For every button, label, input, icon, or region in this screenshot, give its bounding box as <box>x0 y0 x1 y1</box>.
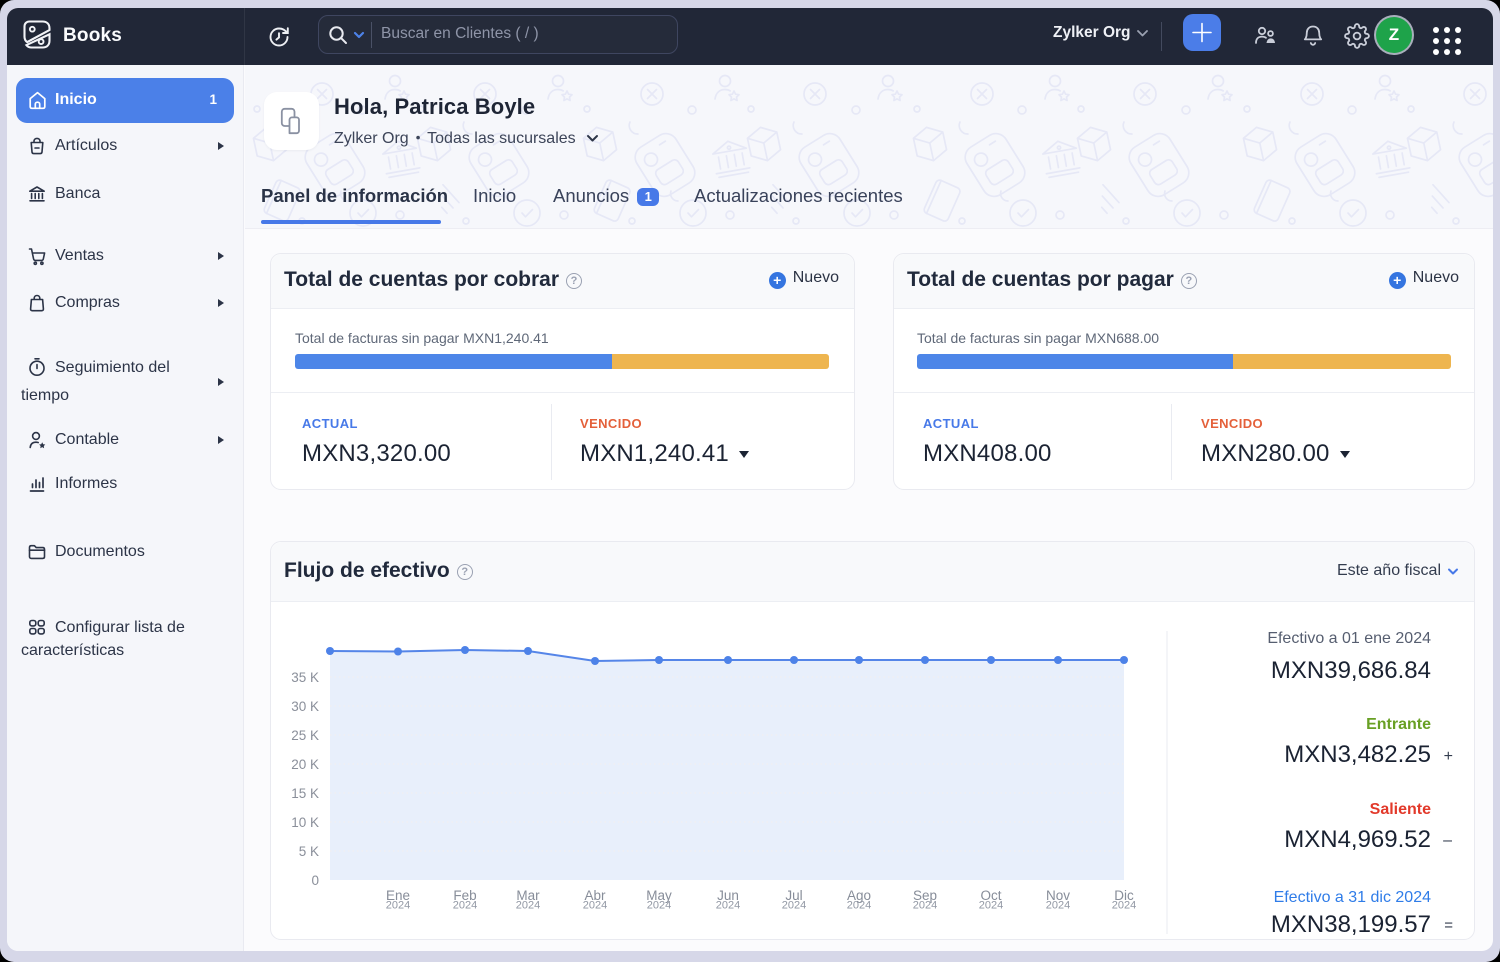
svg-text:15 K: 15 K <box>291 786 319 801</box>
svg-text:2024: 2024 <box>386 900 410 912</box>
svg-text:MXN38,199.57: MXN38,199.57 <box>1271 911 1431 938</box>
svg-text:=: = <box>1444 917 1453 934</box>
svg-text:2024: 2024 <box>782 900 806 912</box>
svg-text:Efectivo a 31 dic 2024: Efectivo a 31 dic 2024 <box>1274 889 1432 906</box>
svg-text:+: + <box>1444 748 1453 765</box>
svg-text:30 K: 30 K <box>291 699 319 714</box>
svg-text:2024: 2024 <box>716 900 740 912</box>
svg-text:5 K: 5 K <box>299 844 319 859</box>
svg-text:2024: 2024 <box>847 900 871 912</box>
svg-text:20 K: 20 K <box>291 757 319 772</box>
svg-text:2024: 2024 <box>1112 900 1136 912</box>
svg-text:35 K: 35 K <box>291 670 319 685</box>
svg-text:2024: 2024 <box>647 900 671 912</box>
svg-text:2024: 2024 <box>516 900 540 912</box>
svg-text:MXN3,482.25: MXN3,482.25 <box>1284 741 1431 768</box>
svg-text:2024: 2024 <box>913 900 937 912</box>
svg-text:–: – <box>1443 832 1452 849</box>
svg-text:10 K: 10 K <box>291 815 319 830</box>
svg-text:Efectivo a 01 ene 2024: Efectivo a 01 ene 2024 <box>1267 630 1431 647</box>
svg-text:2024: 2024 <box>583 900 607 912</box>
svg-text:Entrante: Entrante <box>1366 716 1431 733</box>
svg-text:2024: 2024 <box>453 900 477 912</box>
svg-text:2024: 2024 <box>1046 900 1070 912</box>
svg-text:2024: 2024 <box>979 900 1003 912</box>
svg-text:Saliente: Saliente <box>1370 801 1431 818</box>
svg-text:25 K: 25 K <box>291 728 319 743</box>
svg-text:0: 0 <box>311 873 319 888</box>
svg-text:MXN4,969.52: MXN4,969.52 <box>1284 826 1431 853</box>
svg-text:MXN39,686.84: MXN39,686.84 <box>1271 657 1431 684</box>
